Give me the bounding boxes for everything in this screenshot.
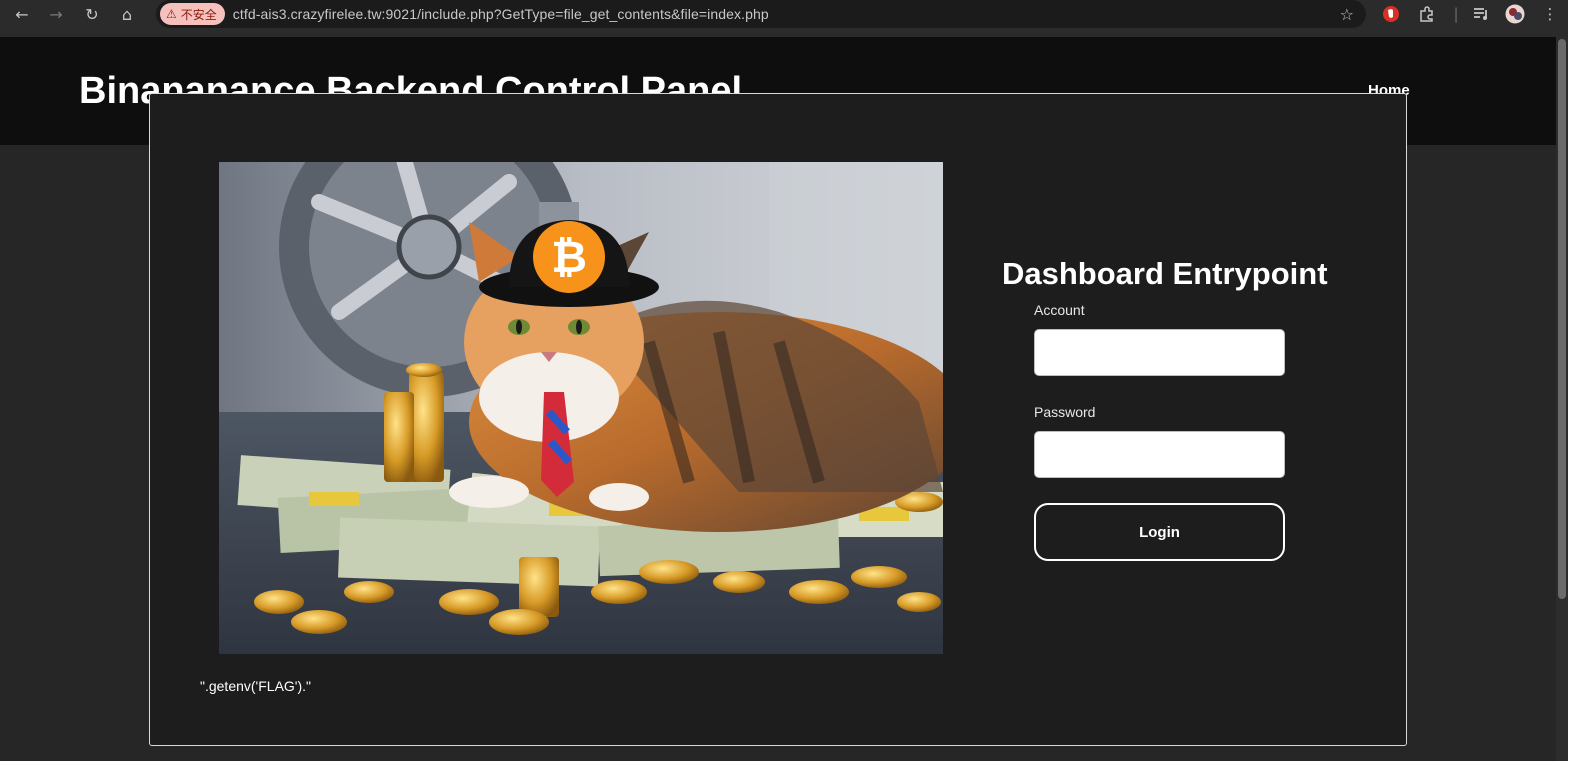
profile-avatar[interactable] (1505, 4, 1525, 24)
extension-red-icon[interactable] (1381, 4, 1401, 24)
account-input[interactable] (1034, 329, 1285, 376)
warning-icon: ⚠ (166, 7, 177, 21)
window-edge (1568, 0, 1596, 761)
star-icon[interactable]: ☆ (1340, 5, 1354, 24)
puzzle-icon[interactable] (1417, 4, 1437, 24)
login-title: Dashboard Entrypoint (1002, 256, 1328, 291)
home-icon[interactable]: ⌂ (117, 4, 137, 24)
browser-toolbar: ← → ↻ ⌂ ⚠ 不安全 ctfd-ais3.crazyfirelee.tw:… (0, 0, 1596, 37)
svg-text:₿: ₿ (551, 232, 587, 283)
forward-icon[interactable]: → (46, 4, 66, 24)
reload-icon[interactable]: ↻ (82, 4, 102, 24)
more-icon[interactable]: ⋮ (1540, 4, 1560, 24)
login-button[interactable]: Login (1034, 503, 1285, 561)
scrollbar-thumb[interactable] (1558, 39, 1566, 599)
url-text[interactable]: ctfd-ais3.crazyfirelee.tw:9021/include.p… (233, 6, 769, 22)
toolbar-divider: | (1453, 5, 1459, 23)
flag-code-text: ".getenv('FLAG')." (200, 678, 311, 694)
media-icon[interactable] (1471, 4, 1491, 24)
password-input[interactable] (1034, 431, 1285, 478)
back-icon[interactable]: ← (12, 4, 32, 24)
security-chip[interactable]: ⚠ 不安全 (160, 3, 225, 25)
login-modal: ₿ ".getenv('FLAG')." Dashboard Entrypoin… (149, 93, 1407, 746)
password-label: Password (1034, 404, 1096, 420)
page-scrollbar[interactable] (1556, 37, 1568, 761)
cat-bitcoin-image: ₿ (219, 162, 943, 654)
account-label: Account (1034, 302, 1085, 318)
security-chip-label: 不安全 (180, 7, 217, 22)
address-bar[interactable]: ⚠ 不安全 ctfd-ais3.crazyfirelee.tw:9021/inc… (156, 0, 1366, 28)
